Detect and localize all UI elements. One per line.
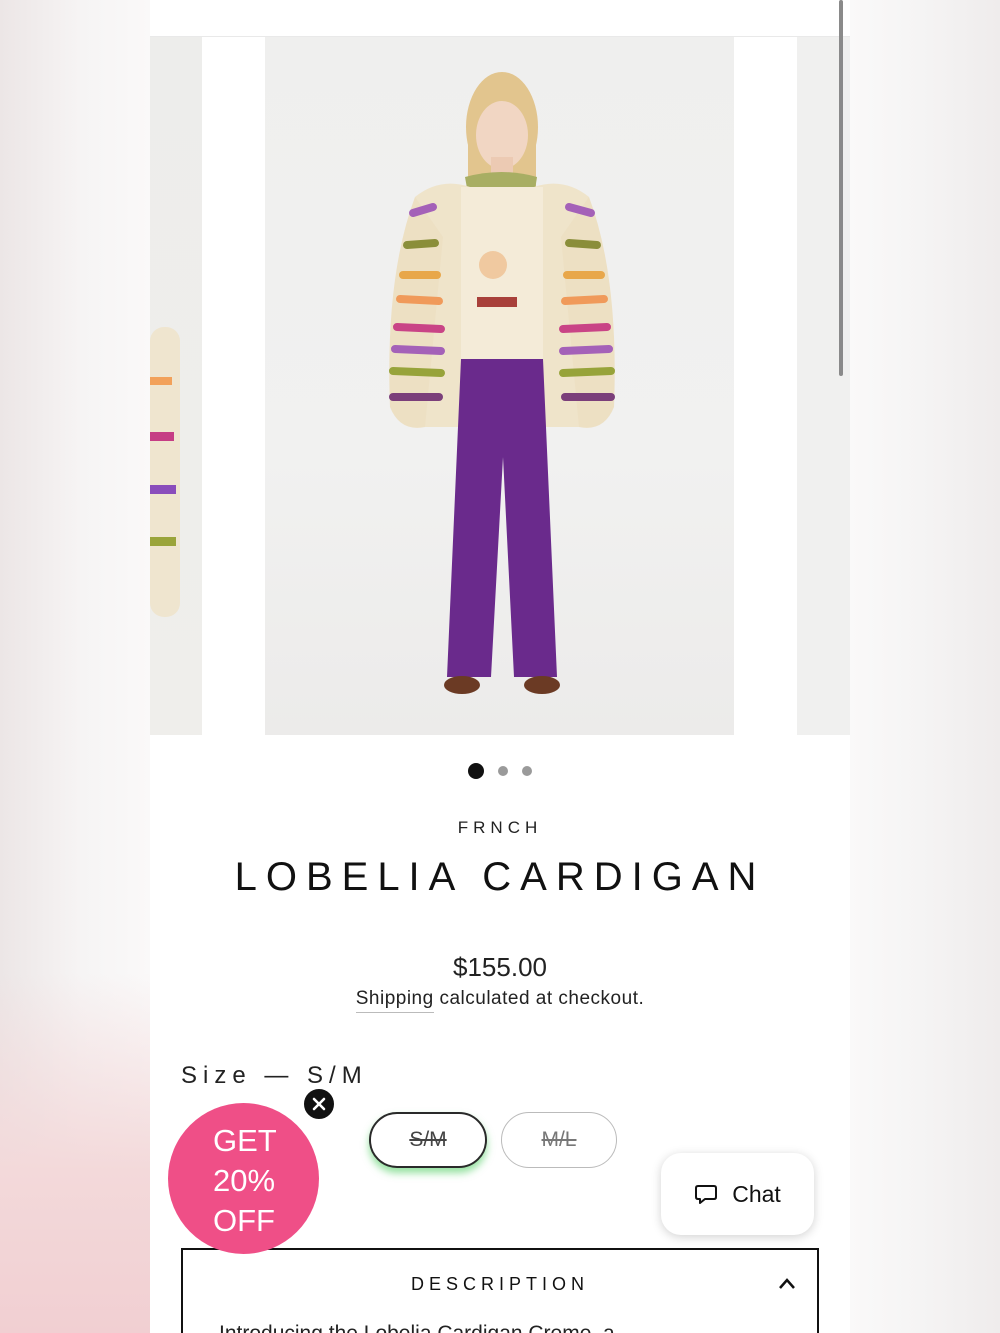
scrollbar[interactable] — [839, 0, 843, 376]
promo-line-1: GET — [213, 1123, 277, 1158]
product-price: $155.00 — [453, 952, 547, 982]
gallery-dot-2[interactable] — [498, 766, 508, 776]
promo-close-button[interactable] — [302, 1087, 336, 1121]
gallery-dot-3[interactable] — [522, 766, 532, 776]
header-bar — [150, 0, 850, 37]
description-accordion[interactable]: DESCRIPTION Introducing the Lobelia Card… — [181, 1248, 819, 1333]
gallery-pagination — [150, 762, 850, 780]
shipping-note-text: calculated at checkout. — [433, 988, 645, 1009]
chevron-up-icon[interactable] — [777, 1274, 797, 1294]
product-vendor[interactable]: FRNCH — [150, 818, 850, 838]
background-blur — [0, 973, 150, 1333]
size-option-s-m[interactable]: S/M — [369, 1112, 487, 1168]
gallery-dot-1[interactable] — [468, 763, 484, 779]
gallery-slide-previous[interactable] — [150, 37, 202, 735]
promo-line-2: 20% — [213, 1163, 276, 1198]
logo[interactable] — [305, 0, 365, 4]
product-title: LOBELIA CARDIGAN — [234, 855, 766, 899]
product-photo — [389, 72, 615, 694]
cardigan-detail-image — [150, 327, 180, 617]
promo-line-3: OFF — [213, 1203, 275, 1238]
gallery-slide-main[interactable] — [265, 37, 734, 735]
close-icon — [312, 1097, 326, 1111]
size-option-label: S/M — [409, 1128, 447, 1151]
shipping-link[interactable]: Shipping — [355, 988, 434, 1013]
size-option-label: M/L — [541, 1128, 577, 1151]
description-title: DESCRIPTION — [410, 1274, 589, 1294]
product-gallery[interactable] — [150, 37, 850, 735]
size-option-m-l[interactable]: M/L — [501, 1112, 617, 1168]
discount-popup-button[interactable]: GET 20% OFF — [168, 1103, 319, 1254]
chat-button[interactable]: Chat — [661, 1153, 814, 1235]
shipping-note: Shipping calculated at checkout. — [150, 988, 850, 1013]
chat-label: Chat — [732, 1180, 781, 1207]
description-body: Introducing the Lobelia Cardigan Creme, … — [219, 1322, 615, 1333]
size-label: Size — S/M — [181, 1062, 368, 1089]
chat-bubble-icon — [695, 1185, 718, 1204]
